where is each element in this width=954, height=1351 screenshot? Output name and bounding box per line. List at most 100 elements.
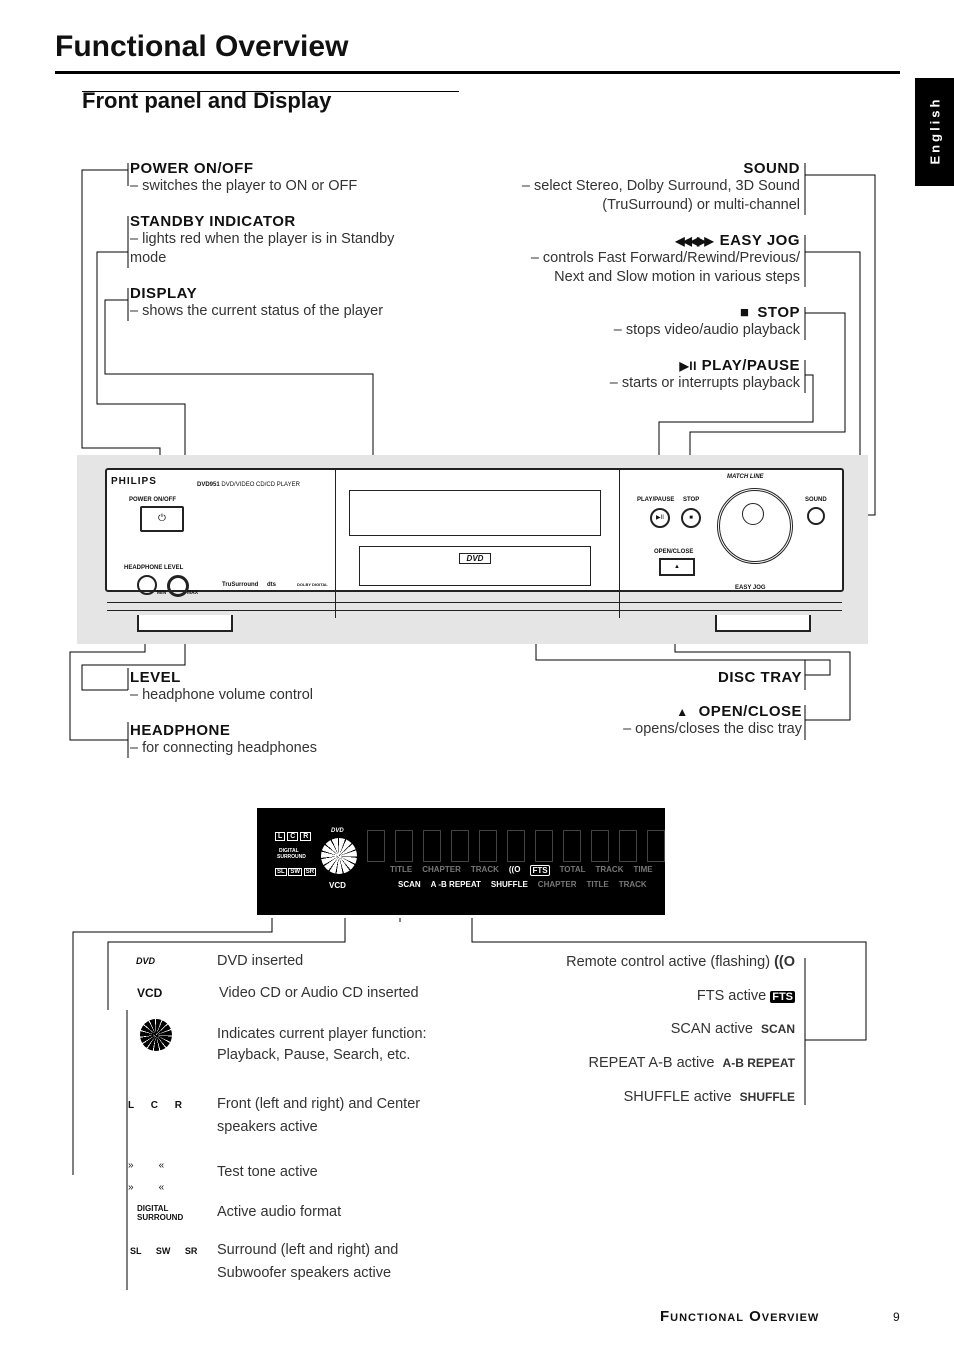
callout-label: POWER ON/OFF — [130, 160, 254, 177]
dvd-icon: DVD — [136, 956, 156, 966]
callout-sound: SOUND – select Stereo, Dolby Surround, 3… — [450, 160, 800, 215]
remote-icon: ((O — [508, 865, 521, 874]
callout-desc: – select Stereo, Dolby Surround, 3D Soun… — [521, 178, 800, 194]
dolby-logo: DOLBY DIGITAL — [297, 582, 328, 587]
callout-level: LEVEL – headphone volume control — [130, 669, 450, 705]
legend-text: Indicates current player function: Playba… — [217, 1026, 427, 1063]
callout-display: DISPLAY – shows the current status of th… — [130, 285, 450, 321]
disc-segments-icon — [321, 838, 357, 874]
legend-text: Surround (left and right) and Subwoofer s… — [217, 1242, 399, 1281]
digital-surround-icon: DIGITAL SURROUND — [137, 1204, 184, 1222]
sound-label: SOUND — [805, 497, 827, 503]
trusurround-logo: TruSurround — [222, 582, 259, 588]
min-label: MIN — [157, 590, 167, 596]
callout-open-close: ▲ OPEN/CLOSE – opens/closes the disc tray — [450, 703, 802, 739]
disc-tray[interactable]: DVD — [359, 546, 591, 586]
legend-shuffle: SHUFFLE active SHUFFLE — [623, 1089, 795, 1105]
callout-desc: (TruSurround) or multi-channel — [602, 197, 800, 213]
callout-label: PLAY/PAUSE — [701, 357, 800, 374]
device-foot-left — [137, 615, 233, 632]
level-knob[interactable] — [167, 575, 189, 597]
callout-desc: – stops video/audio playback — [613, 322, 800, 338]
callout-desc: Next and Slow motion in various steps — [554, 269, 800, 285]
brand-logo: PHILIPS — [111, 476, 157, 487]
vcd-icon: VCD — [137, 986, 163, 1000]
callout-label: STANDBY INDICATOR — [130, 213, 296, 230]
dvd-indicator: DVD — [331, 828, 344, 834]
callout-desc: – starts or interrupts playback — [609, 375, 800, 391]
remote-icon: ((O — [774, 954, 795, 970]
scan-icon: SCAN — [760, 1022, 795, 1036]
callout-standby: STANDBY INDICATOR – lights red when the … — [130, 213, 430, 268]
fts-icon: FTS — [530, 865, 550, 876]
callout-desc: – lights red when the player is in Stand… — [130, 231, 395, 266]
segment-digits — [367, 830, 665, 862]
easy-jog-dial[interactable] — [717, 488, 793, 564]
callout-desc: – shows the current status of the player — [130, 303, 384, 319]
callout-label: EASY JOG — [719, 232, 800, 249]
power-label: POWER ON/OFF — [129, 497, 176, 503]
sound-button[interactable] — [807, 507, 825, 525]
callout-power: POWER ON/OFF – switches the player to ON… — [130, 160, 450, 196]
power-button[interactable]: ⏻ — [140, 506, 184, 532]
match-line-logo: MATCH LINE — [727, 474, 764, 480]
callout-easy-jog: ◀◀◀▶▶ EASY JOG – controls Fast Forward/Re… — [450, 232, 800, 287]
page-number: 9 — [893, 1310, 900, 1324]
callout-label: DISPLAY — [130, 285, 198, 302]
legend-repeat: REPEAT A-B active A-B REPEAT — [588, 1055, 796, 1071]
display-row2: SCAN A -B REPEAT SHUFFLE CHAPTER TITLE TRACK — [398, 880, 647, 889]
legend-scan: SCAN active SCAN — [670, 1021, 795, 1037]
callout-label: HEADPHONE — [130, 722, 231, 739]
legend-text: DVD inserted — [217, 953, 304, 969]
skip-search-icon: ◀◀◀▶▶ — [675, 234, 713, 248]
fts-icon: FTS — [770, 991, 795, 1003]
display-panel: L C R DIGITAL SURROUND SL SW SR DVD VCD … — [257, 808, 665, 915]
display-row1: TITLE CHAPTER TRACK ((O FTS TOTAL TRACK TIME — [390, 865, 653, 876]
stop-icon: ■ — [739, 304, 750, 321]
vcd-indicator: VCD — [329, 881, 346, 890]
test-tone-icon: » «» « — [128, 1160, 165, 1193]
legend-text: Front (left and right) and Center speaker… — [217, 1096, 421, 1135]
legend-fts: FTS active FTS — [696, 988, 795, 1004]
stop-label: STOP — [683, 497, 700, 503]
surround-indicator: SURROUND — [277, 854, 306, 860]
legend-text: Active audio format — [217, 1204, 342, 1220]
play-pause-icon: ▶II — [679, 359, 697, 373]
speakers-front: L C R — [275, 832, 312, 841]
footer-title: Functional Overview — [660, 1308, 820, 1325]
callout-label: OPEN/CLOSE — [698, 703, 802, 720]
callout-label: STOP — [757, 304, 800, 321]
manual-page: Functional Overview Front panel and Disp… — [0, 0, 954, 1351]
surround-speakers-icon: SL SW SR — [130, 1246, 198, 1256]
play-pause-button[interactable]: ▶II — [650, 508, 670, 528]
eject-icon: ▲ — [676, 705, 689, 719]
device-foot-right — [715, 615, 811, 632]
callout-label: DISC TRAY — [718, 669, 802, 686]
callout-desc: – for connecting headphones — [130, 740, 318, 756]
open-close-button[interactable]: ▲ — [659, 558, 695, 576]
model-name: DVD951 DVD/VIDEO CD/CD PLAYER — [197, 482, 300, 488]
easy-jog-label: EASY JOG — [735, 585, 766, 591]
callout-desc: – controls Fast Forward/Rewind/Previous/ — [530, 250, 800, 266]
callout-label: SOUND — [743, 160, 800, 177]
legend-text: Test tone active — [217, 1164, 318, 1180]
headphone-label: HEADPHONE LEVEL — [124, 565, 184, 571]
legend-text: Video CD or Audio CD inserted — [219, 985, 419, 1001]
dts-logo: dts — [267, 582, 276, 588]
repeat-ab-icon: A-B REPEAT — [722, 1056, 795, 1070]
front-speakers-icon: L C R — [128, 1100, 182, 1111]
shuffle-icon: SHUFFLE — [739, 1090, 795, 1104]
headphone-jack[interactable] — [137, 575, 157, 595]
disc-segments-icon — [140, 1019, 172, 1051]
callout-desc: – headphone volume control — [130, 687, 313, 703]
max-label: MAX — [187, 590, 199, 596]
dvd-player-front-panel: PHILIPS DVD951 DVD/VIDEO CD/CD PLAYER PO… — [105, 468, 844, 618]
dvd-logo: DVD — [459, 553, 491, 564]
stop-button[interactable]: ■ — [681, 508, 701, 528]
callout-headphone: HEADPHONE – for connecting headphones — [130, 722, 450, 758]
speakers-surround: SL SW SR — [275, 868, 317, 876]
callout-play-pause: ▶II PLAY/PAUSE – starts or interrupts pl… — [450, 357, 800, 393]
callout-desc: – switches the player to ON or OFF — [130, 178, 358, 194]
play-pause-label: PLAY/PAUSE — [637, 497, 675, 503]
open-close-label: OPEN/CLOSE — [654, 549, 694, 555]
